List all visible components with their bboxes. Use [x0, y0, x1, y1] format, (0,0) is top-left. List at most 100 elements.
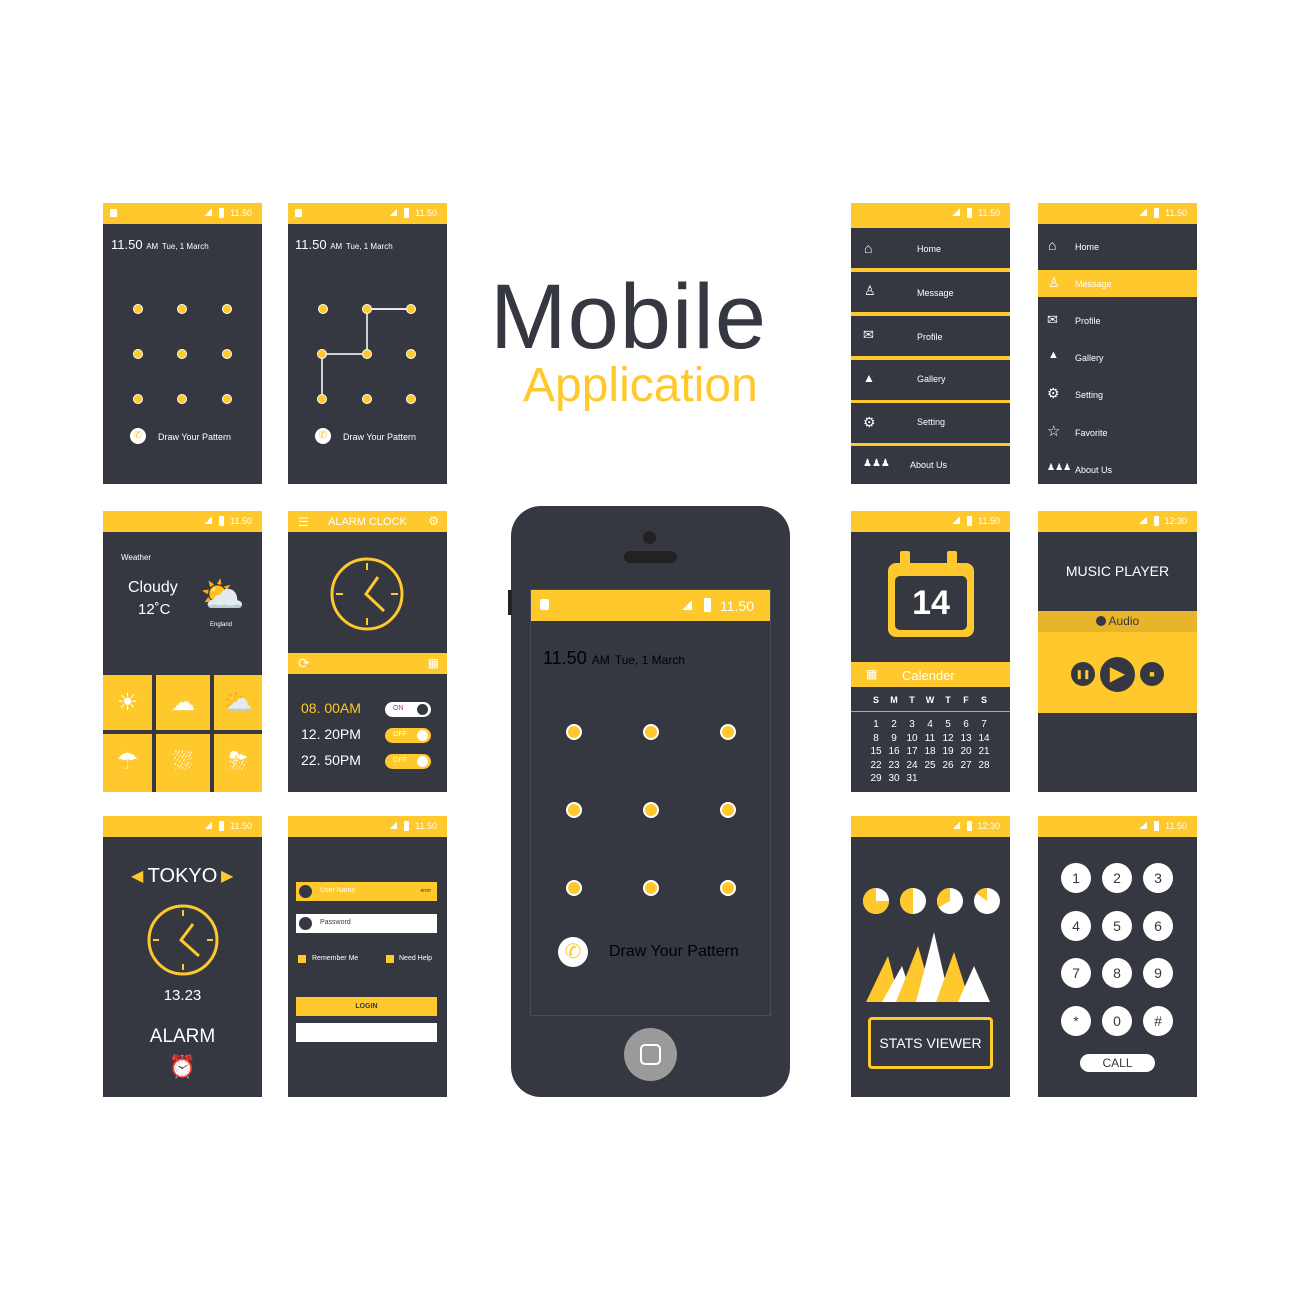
partly-cloudy-tile[interactable]: ⛅ — [214, 675, 262, 730]
pattern-dot[interactable] — [222, 349, 232, 359]
calendar-day-cell[interactable]: 22 — [867, 760, 885, 771]
pattern-dot[interactable] — [133, 394, 143, 404]
secondary-button[interactable] — [296, 1023, 437, 1042]
heavy-rain-tile[interactable]: ⛆ — [156, 734, 210, 792]
pattern-dot[interactable] — [720, 802, 736, 818]
home-button[interactable] — [624, 1028, 677, 1081]
side-button[interactable] — [508, 590, 512, 615]
calendar-day-cell[interactable]: 31 — [903, 773, 921, 784]
menu-icon[interactable]: ☰ — [298, 515, 309, 529]
calendar-day-cell[interactable]: 13 — [957, 733, 975, 744]
calendar-day-cell[interactable]: 16 — [885, 746, 903, 757]
menu-item-setting[interactable]: ⚙ Setting — [851, 403, 1010, 443]
calendar-day-cell[interactable]: 7 — [975, 719, 993, 730]
pattern-dot[interactable] — [406, 349, 416, 359]
sunny-tile[interactable]: ☀ — [103, 675, 152, 730]
calendar-day-cell[interactable]: 20 — [957, 746, 975, 757]
pattern-dot[interactable] — [177, 349, 187, 359]
calendar-day-cell[interactable]: 18 — [921, 746, 939, 757]
alarm-clock-icon[interactable]: ⏰ — [103, 1054, 262, 1080]
pattern-dot[interactable] — [177, 304, 187, 314]
alarm-toggle[interactable]: OFF — [385, 754, 431, 769]
calendar-day-cell[interactable]: 9 — [885, 733, 903, 744]
pattern-dot[interactable] — [566, 880, 582, 896]
pattern-dot[interactable] — [720, 880, 736, 896]
dial-key[interactable]: 8 — [1102, 958, 1132, 988]
calendar-day-cell[interactable]: 14 — [975, 733, 993, 744]
calendar-day-cell[interactable]: 3 — [903, 719, 921, 730]
dial-key[interactable]: 6 — [1143, 910, 1173, 941]
next-arrow-icon[interactable]: ▶ — [221, 866, 233, 886]
pattern-dot[interactable] — [566, 724, 582, 740]
password-field[interactable]: Password — [296, 914, 437, 933]
username-field[interactable]: User Name error — [296, 882, 437, 901]
pattern-dot[interactable] — [362, 304, 372, 314]
calendar-day-cell[interactable]: 12 — [939, 733, 957, 744]
play-button[interactable]: ▶ — [1100, 657, 1135, 692]
menu-item-message-active[interactable]: ♙ Message — [1038, 270, 1197, 297]
dial-key[interactable]: 3 — [1143, 863, 1173, 893]
calendar-day-cell[interactable]: 19 — [939, 746, 957, 757]
calendar-day-cell[interactable]: 23 — [885, 760, 903, 771]
pattern-dot[interactable] — [133, 349, 143, 359]
pattern-dot[interactable] — [643, 724, 659, 740]
stop-button[interactable]: ■ — [1140, 662, 1164, 686]
pattern-dot[interactable] — [406, 394, 416, 404]
remember-checkbox[interactable] — [298, 955, 306, 963]
menu-item-message[interactable]: ♙ Message — [851, 272, 1010, 312]
pattern-dot[interactable] — [566, 802, 582, 818]
dial-key[interactable]: 0 — [1102, 1005, 1132, 1036]
pattern-dot[interactable] — [720, 724, 736, 740]
login-button[interactable]: LOGIN — [296, 997, 437, 1016]
dial-key[interactable]: 9 — [1143, 958, 1173, 988]
pattern-dot[interactable] — [406, 304, 416, 314]
pattern-dot[interactable] — [318, 304, 328, 314]
rain-tile[interactable]: ☂ — [103, 734, 152, 792]
calendar-day-cell[interactable]: 8 — [867, 733, 885, 744]
pattern-dot[interactable] — [317, 394, 327, 404]
pattern-dot[interactable] — [177, 394, 187, 404]
dial-key[interactable]: 7 — [1061, 958, 1091, 988]
call-button[interactable]: CALL — [1080, 1054, 1155, 1072]
calendar-day-cell[interactable]: 4 — [921, 719, 939, 730]
pattern-dot[interactable] — [222, 304, 232, 314]
calendar-day-cell[interactable]: 17 — [903, 746, 921, 757]
calendar-day-cell[interactable]: 30 — [885, 773, 903, 784]
calendar-day-cell[interactable]: 11 — [921, 733, 939, 744]
calendar-day-cell[interactable]: 29 — [867, 773, 885, 784]
refresh-icon[interactable]: ⟳ — [298, 655, 310, 672]
calendar-day-cell[interactable]: 27 — [957, 760, 975, 771]
menu-item-favorite[interactable]: ☆ Favorite — [1038, 419, 1197, 446]
menu-item-profile[interactable]: ✉ Profile — [1038, 307, 1197, 334]
pause-button[interactable]: ❚❚ — [1071, 662, 1095, 686]
calendar-day-cell[interactable]: 15 — [867, 746, 885, 757]
dial-key[interactable]: 5 — [1102, 910, 1132, 941]
pattern-dot[interactable] — [133, 304, 143, 314]
menu-item-setting[interactable]: ⚙ Setting — [1038, 381, 1197, 408]
menu-item-home[interactable]: ⌂ Home — [1038, 233, 1197, 260]
pattern-dot[interactable] — [317, 349, 327, 359]
calendar-icon[interactable]: ▦ — [428, 656, 439, 670]
calendar-day-cell[interactable]: 10 — [903, 733, 921, 744]
pattern-dot[interactable] — [643, 802, 659, 818]
alarm-toggle[interactable]: OFF — [385, 728, 431, 743]
stats-viewer-button[interactable]: STATS VIEWER — [868, 1017, 993, 1069]
dial-key[interactable]: 2 — [1102, 863, 1132, 893]
menu-item-about[interactable]: ♟♟♟ About Us — [851, 446, 1010, 484]
menu-item-gallery[interactable]: ▲ Gallery — [1038, 344, 1197, 371]
menu-item-profile[interactable]: ✉ Profile — [851, 316, 1010, 356]
pattern-dot[interactable] — [362, 349, 372, 359]
pattern-dot[interactable] — [222, 394, 232, 404]
calendar-day-cell[interactable]: 2 — [885, 719, 903, 730]
calendar-day-cell[interactable]: 26 — [939, 760, 957, 771]
pattern-dot[interactable] — [643, 880, 659, 896]
calendar-day-cell[interactable]: 24 — [903, 760, 921, 771]
storm-tile[interactable]: ⛈ — [214, 734, 262, 792]
cloudy-tile[interactable]: ☁ — [156, 675, 210, 730]
calendar-day-cell[interactable]: 21 — [975, 746, 993, 757]
dial-key[interactable]: # — [1143, 1005, 1173, 1036]
menu-item-home[interactable]: ⌂ Home — [851, 228, 1010, 268]
help-checkbox[interactable] — [386, 955, 394, 963]
menu-item-about[interactable]: ♟♟♟ About Us — [1038, 456, 1197, 483]
pattern-dot[interactable] — [362, 394, 372, 404]
